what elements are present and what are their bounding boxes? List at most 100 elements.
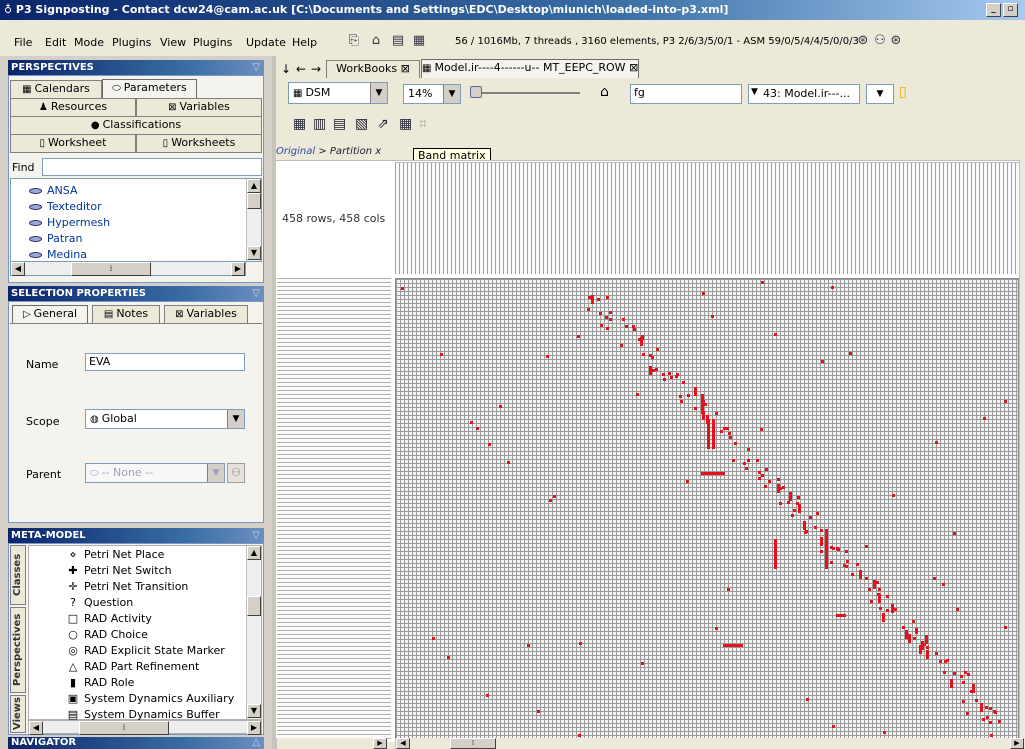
dependency-mark[interactable] — [743, 462, 747, 466]
dependency-mark[interactable] — [640, 662, 644, 666]
dependency-mark[interactable] — [881, 612, 885, 622]
dependency-mark[interactable] — [726, 587, 730, 591]
dependency-mark[interactable] — [622, 318, 626, 322]
tab-calendars[interactable]: ▦ Calendars — [10, 80, 102, 98]
parent-select[interactable]: ⬭ -- None -- ▼ — [85, 463, 225, 483]
dependency-mark[interactable] — [891, 493, 895, 497]
dependency-mark[interactable] — [632, 328, 636, 332]
tab-workbooks[interactable]: WorkBooks ⊠ — [326, 60, 420, 78]
metamodel-class-item[interactable]: △ RAD Part Refinement — [66, 660, 200, 673]
dependency-mark[interactable] — [820, 528, 824, 532]
metamodel-class-item[interactable]: ? Question — [66, 596, 133, 609]
dependency-mark[interactable] — [882, 731, 886, 735]
tab-parameters[interactable]: ⬭ Parameters — [102, 79, 197, 98]
dsm-matrix-grid[interactable] — [395, 278, 1019, 740]
dependency-mark[interactable] — [913, 636, 917, 640]
dependency-mark[interactable] — [670, 375, 674, 379]
dependency-mark[interactable] — [701, 394, 704, 414]
dependency-mark[interactable] — [962, 681, 966, 685]
dependency-mark[interactable] — [599, 312, 602, 316]
dependency-mark[interactable] — [806, 698, 810, 702]
dependency-mark[interactable] — [867, 587, 871, 591]
dependency-mark[interactable] — [447, 655, 451, 659]
dependency-mark[interactable] — [723, 426, 727, 430]
chevron-down-icon[interactable]: ▼ — [751, 87, 758, 97]
dependency-mark[interactable] — [549, 499, 553, 503]
dependency-mark[interactable] — [745, 466, 749, 470]
save-icon[interactable]: ▤ — [390, 33, 406, 49]
tab-selection-variables[interactable]: ⊠ Variables — [164, 305, 248, 323]
dependency-mark[interactable] — [967, 673, 971, 677]
dependency-mark[interactable] — [758, 476, 762, 480]
matrix-cluster-icon[interactable]: ▧ — [355, 116, 368, 132]
dependency-mark[interactable] — [797, 504, 801, 513]
dependency-mark[interactable] — [1003, 399, 1007, 403]
dependency-mark[interactable] — [956, 607, 960, 611]
dependency-mark[interactable] — [760, 474, 764, 478]
chevron-down-icon[interactable]: ▼ — [227, 410, 244, 428]
list-item[interactable]: Texteditor — [29, 200, 102, 213]
gc-icon[interactable]: ⊛ — [855, 33, 871, 49]
menu-mode[interactable]: Mode — [74, 36, 104, 49]
dependency-mark[interactable] — [829, 545, 833, 549]
scroll-up-icon[interactable]: ▲ — [247, 179, 261, 193]
metamodel-class-item[interactable]: ◎ RAD Explicit State Marker — [66, 644, 225, 657]
dependency-mark[interactable] — [982, 417, 986, 421]
name-input[interactable]: EVA — [85, 353, 245, 371]
dependency-mark[interactable] — [605, 296, 609, 300]
dependency-mark[interactable] — [608, 311, 612, 315]
dependency-mark[interactable] — [926, 645, 930, 649]
dependency-mark[interactable] — [577, 335, 581, 339]
dependency-mark[interactable] — [668, 372, 672, 376]
dependency-mark[interactable] — [846, 559, 850, 563]
forward-arrow-icon[interactable]: → — [311, 62, 321, 76]
dependency-mark[interactable] — [923, 642, 927, 646]
zoom-slider[interactable] — [470, 92, 580, 94]
dependency-mark[interactable] — [925, 649, 929, 659]
dependency-mark[interactable] — [942, 670, 946, 674]
dependency-mark[interactable] — [597, 297, 601, 301]
dependency-mark[interactable] — [686, 393, 690, 397]
back-arrow-icon[interactable]: ← — [296, 62, 306, 76]
dependency-mark[interactable] — [639, 337, 643, 347]
dependency-mark[interactable] — [1004, 625, 1008, 629]
dependency-mark[interactable] — [944, 659, 948, 663]
dependency-mark[interactable] — [803, 520, 807, 530]
chevron-down-icon[interactable]: ▼ — [370, 83, 387, 103]
metamodel-class-item[interactable]: ✛ Petri Net Transition — [66, 580, 188, 593]
dependency-mark[interactable] — [820, 550, 824, 554]
metamodel-class-item[interactable]: ✚ Petri Net Switch — [66, 564, 171, 577]
collapse-icon[interactable]: ▽ — [252, 60, 260, 75]
band-matrix-icon[interactable]: ▦ — [399, 116, 412, 132]
dependency-mark[interactable] — [552, 495, 556, 499]
dependency-mark[interactable] — [988, 720, 992, 724]
dependency-mark[interactable] — [774, 539, 777, 569]
collapse-icon[interactable]: ▽ — [252, 528, 260, 543]
dependency-mark[interactable] — [577, 734, 581, 738]
dependency-mark[interactable] — [506, 460, 510, 464]
dependency-mark[interactable] — [400, 287, 404, 291]
dependency-mark[interactable] — [641, 353, 645, 357]
dependency-mark[interactable] — [600, 323, 604, 327]
menu-plugins-2[interactable]: Plugins — [193, 36, 232, 49]
matrix-sort-icon[interactable]: ▤ — [333, 116, 346, 132]
matrix-horizontal-scrollbar[interactable]: ◀ ⁞ ▶ — [395, 738, 1025, 749]
dependency-mark[interactable] — [825, 529, 828, 569]
dependency-mark[interactable] — [914, 630, 918, 634]
dependency-mark[interactable] — [979, 702, 983, 712]
dependency-mark[interactable] — [934, 652, 938, 656]
model-select[interactable]: 43: Model.ir---... — [748, 84, 860, 104]
list-item[interactable]: Medina — [29, 248, 87, 260]
dependency-mark[interactable] — [997, 720, 1001, 724]
dependency-mark[interactable] — [714, 627, 718, 631]
dependency-mark[interactable] — [701, 472, 725, 475]
dependency-mark[interactable] — [746, 448, 750, 452]
dependency-mark[interactable] — [704, 403, 708, 407]
dependency-mark[interactable] — [746, 459, 750, 463]
dependency-mark[interactable] — [680, 400, 684, 404]
scroll-down-icon[interactable]: ▼ — [247, 704, 261, 718]
dependency-mark[interactable] — [487, 443, 491, 447]
scroll-thumb[interactable]: ⁞ — [71, 262, 151, 276]
dependency-mark[interactable] — [678, 394, 682, 398]
dependency-mark[interactable] — [632, 324, 636, 328]
